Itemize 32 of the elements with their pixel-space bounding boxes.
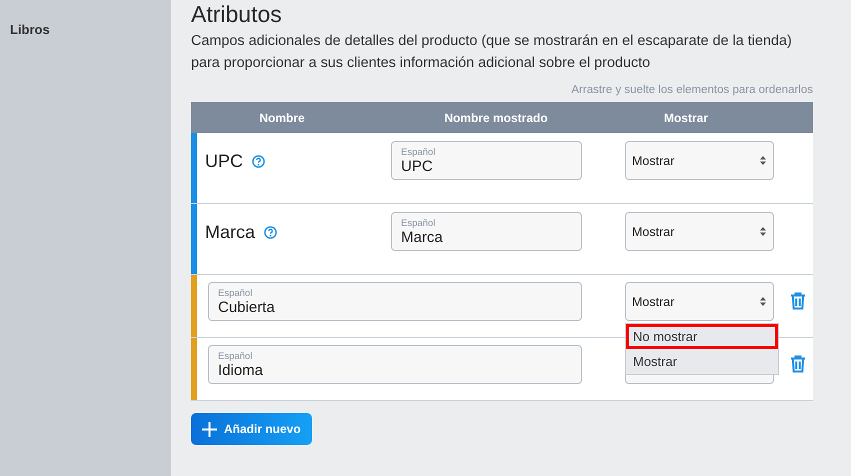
drag-handle[interactable] bbox=[191, 204, 197, 274]
help-icon[interactable] bbox=[264, 226, 278, 239]
trash-icon[interactable] bbox=[790, 355, 806, 373]
dropdown-option[interactable]: No mostrar bbox=[626, 324, 778, 349]
sidebar-item[interactable]: Libros bbox=[0, 22, 171, 37]
hint-text: Arrastre y suelte los elementos para ordenarlos bbox=[571, 84, 813, 98]
input-field[interactable]: Español Cubierta bbox=[208, 282, 582, 321]
trash-icon[interactable] bbox=[790, 292, 806, 310]
select-dropdown[interactable]: Mostrar bbox=[625, 141, 774, 180]
page-title: Atributos bbox=[191, 1, 283, 27]
description-text: Campos adicionales de detalles del producto (que se mostrarán en el escaparate de la tienda) para proporcionar a sus clientes información adicional sobre el producto bbox=[191, 32, 793, 73]
help-icon[interactable] bbox=[252, 155, 266, 168]
drag-handle[interactable] bbox=[191, 275, 197, 337]
column-header: Mostrar bbox=[662, 110, 709, 124]
plus-icon bbox=[202, 422, 217, 436]
add-new-button[interactable]: Añadir nuevo bbox=[191, 413, 312, 445]
input-field[interactable]: Español UPC bbox=[391, 141, 582, 180]
drag-handle[interactable] bbox=[191, 338, 197, 400]
sort-caret-icon bbox=[760, 297, 766, 306]
table-row[interactable]: UPC Español UPC Mostrar bbox=[191, 133, 813, 204]
sort-caret-icon bbox=[760, 227, 766, 236]
column-header: Nombre bbox=[258, 110, 306, 124]
drag-handle[interactable] bbox=[191, 133, 197, 203]
input-field[interactable]: Español Idioma bbox=[208, 345, 582, 384]
sort-caret-icon bbox=[760, 156, 766, 165]
attribute-name: Marca bbox=[205, 222, 256, 243]
dropdown-option[interactable]: Mostrar bbox=[626, 349, 778, 374]
table-row[interactable]: Marca Español Marca Mostrar bbox=[191, 204, 813, 275]
input-field[interactable]: Español Marca bbox=[391, 212, 582, 251]
select-dropdown[interactable]: Mostrar bbox=[625, 212, 774, 251]
column-header: Nombre mostrado bbox=[443, 110, 549, 124]
attribute-name: UPC bbox=[205, 151, 244, 172]
